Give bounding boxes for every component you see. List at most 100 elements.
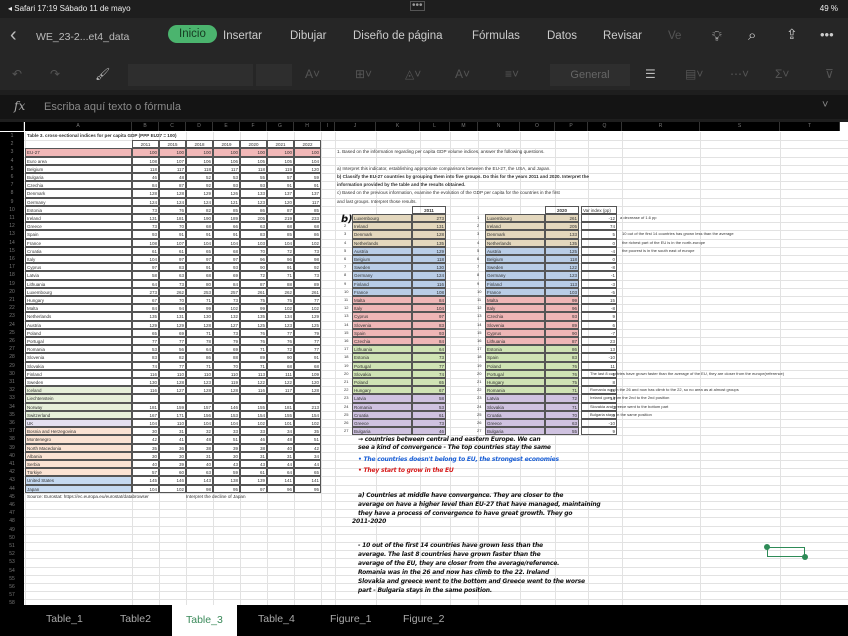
value-cell[interactable]: 96 xyxy=(267,484,294,493)
value-cell[interactable]: 76 xyxy=(159,205,186,214)
value-cell[interactable]: 53 xyxy=(213,173,240,182)
value-cell[interactable]: 181 xyxy=(159,214,186,223)
country-cell[interactable]: Hungary xyxy=(25,296,132,305)
value-cell[interactable]: 128 xyxy=(132,189,159,198)
value-cell[interactable]: 125 xyxy=(294,320,321,329)
value-cell[interactable]: 80 xyxy=(186,279,213,288)
value-cell[interactable] xyxy=(159,394,186,403)
value-cell[interactable]: 146 xyxy=(159,476,186,485)
column-header-K[interactable]: K xyxy=(376,122,420,131)
rank-value[interactable]: 73 xyxy=(412,419,446,428)
value-cell[interactable]: 67 xyxy=(132,296,159,305)
value-cell[interactable]: 33 xyxy=(213,427,240,436)
row-header[interactable]: 49 xyxy=(0,525,24,534)
value-cell[interactable]: 108 xyxy=(132,156,159,165)
country-cell[interactable]: Latvia xyxy=(25,271,132,280)
row-header[interactable]: 42 xyxy=(0,468,24,477)
value-cell[interactable]: 85 xyxy=(267,230,294,239)
font-size-icon[interactable]: A˅ xyxy=(305,67,320,81)
value-cell[interactable]: 30 xyxy=(213,451,240,460)
rank-country[interactable]: Slovakia xyxy=(485,402,545,411)
row-header[interactable]: 4 xyxy=(0,156,24,165)
value-cell[interactable]: 113 xyxy=(240,369,267,378)
row-header[interactable]: 50 xyxy=(0,533,24,542)
value-cell[interactable]: 78 xyxy=(186,337,213,346)
country-cell[interactable]: Ireland xyxy=(25,214,132,223)
rank-country[interactable]: Spain xyxy=(485,353,545,362)
value-cell[interactable]: 159 xyxy=(159,402,186,411)
value-cell[interactable]: 73 xyxy=(213,296,240,305)
value-cell[interactable]: 104 xyxy=(132,255,159,264)
selected-cell[interactable] xyxy=(767,547,805,557)
country-cell[interactable]: Euro area xyxy=(25,156,132,165)
value-cell[interactable]: 73 xyxy=(159,279,186,288)
value-cell[interactable]: 110 xyxy=(186,369,213,378)
value-cell[interactable]: 111 xyxy=(267,369,294,378)
rank-country[interactable]: Estonia xyxy=(485,345,545,354)
country-cell[interactable]: EU-27 xyxy=(25,148,132,157)
value-cell[interactable]: 83 xyxy=(240,230,267,239)
rank-country[interactable]: Lithuania xyxy=(485,337,545,346)
value-cell[interactable]: 61 xyxy=(132,246,159,255)
country-cell[interactable]: Luxembourg xyxy=(25,287,132,296)
value-cell[interactable]: 68 xyxy=(267,361,294,370)
value-cell[interactable]: 64 xyxy=(186,345,213,354)
country-cell[interactable]: Spain xyxy=(25,230,132,239)
rank-value[interactable]: 122 xyxy=(545,263,579,272)
country-cell[interactable]: Cyprus xyxy=(25,263,132,272)
redo-icon[interactable]: ↷ xyxy=(50,67,60,81)
country-cell[interactable]: Iceland xyxy=(25,386,132,395)
value-cell[interactable]: 93 xyxy=(240,181,267,190)
country-cell[interactable]: Türkiye xyxy=(25,468,132,477)
country-cell[interactable]: Switzerland xyxy=(25,410,132,419)
value-cell[interactable]: 116 xyxy=(132,386,159,395)
rank-country[interactable]: Austria xyxy=(352,246,412,255)
column-header-H[interactable]: H xyxy=(294,122,321,131)
value-cell[interactable]: 87 xyxy=(267,205,294,214)
rank-country[interactable]: Croatia xyxy=(485,410,545,419)
font-name-box[interactable] xyxy=(128,64,253,86)
value-cell[interactable]: 101 xyxy=(267,419,294,428)
value-cell[interactable]: 205 xyxy=(240,214,267,223)
value-cell[interactable]: 261 xyxy=(294,287,321,296)
country-cell[interactable]: Japan xyxy=(25,484,132,493)
var-value[interactable]: 9 xyxy=(581,427,617,436)
value-cell[interactable]: 189 xyxy=(213,214,240,223)
rank-country[interactable]: Luxembourg xyxy=(352,214,412,223)
value-cell[interactable]: 75 xyxy=(267,296,294,305)
value-cell[interactable]: 34 xyxy=(267,427,294,436)
value-cell[interactable]: 145 xyxy=(132,476,159,485)
value-cell[interactable]: 86 xyxy=(186,353,213,362)
value-cell[interactable]: 100 xyxy=(186,148,213,157)
rank-country[interactable]: France xyxy=(352,287,412,296)
country-cell[interactable]: France xyxy=(25,238,132,247)
rank-value[interactable]: 261 xyxy=(545,214,579,223)
value-cell[interactable]: 77 xyxy=(294,296,321,305)
country-cell[interactable]: Denmark xyxy=(25,189,132,198)
value-cell[interactable] xyxy=(186,394,213,403)
value-cell[interactable]: 36 xyxy=(159,443,186,452)
value-cell[interactable]: 120 xyxy=(267,197,294,206)
rank-value[interactable]: 86 xyxy=(545,345,579,354)
rank-value[interactable]: 61 xyxy=(412,410,446,419)
value-cell[interactable]: 77 xyxy=(159,337,186,346)
value-cell[interactable]: 127 xyxy=(159,386,186,395)
column-header-F[interactable]: F xyxy=(240,122,267,131)
value-cell[interactable]: 32 xyxy=(186,427,213,436)
rank-value[interactable]: 71 xyxy=(545,386,579,395)
value-cell[interactable]: 128 xyxy=(294,386,321,395)
value-cell[interactable]: 106 xyxy=(213,156,240,165)
value-cell[interactable]: 77 xyxy=(294,345,321,354)
value-cell[interactable]: 167 xyxy=(132,410,159,419)
value-cell[interactable]: 120 xyxy=(294,164,321,173)
country-cell[interactable]: Finland xyxy=(25,369,132,378)
row-header[interactable]: 24 xyxy=(0,320,24,329)
value-cell[interactable]: 99 xyxy=(186,304,213,313)
row-header[interactable]: 32 xyxy=(0,386,24,395)
value-cell[interactable]: 42 xyxy=(132,435,159,444)
rank-country[interactable]: Czechia xyxy=(352,337,412,346)
row-header[interactable]: 33 xyxy=(0,394,24,403)
value-cell[interactable]: 96 xyxy=(240,255,267,264)
column-header-R[interactable]: R xyxy=(622,122,700,131)
rank-value[interactable]: 93 xyxy=(545,312,579,321)
